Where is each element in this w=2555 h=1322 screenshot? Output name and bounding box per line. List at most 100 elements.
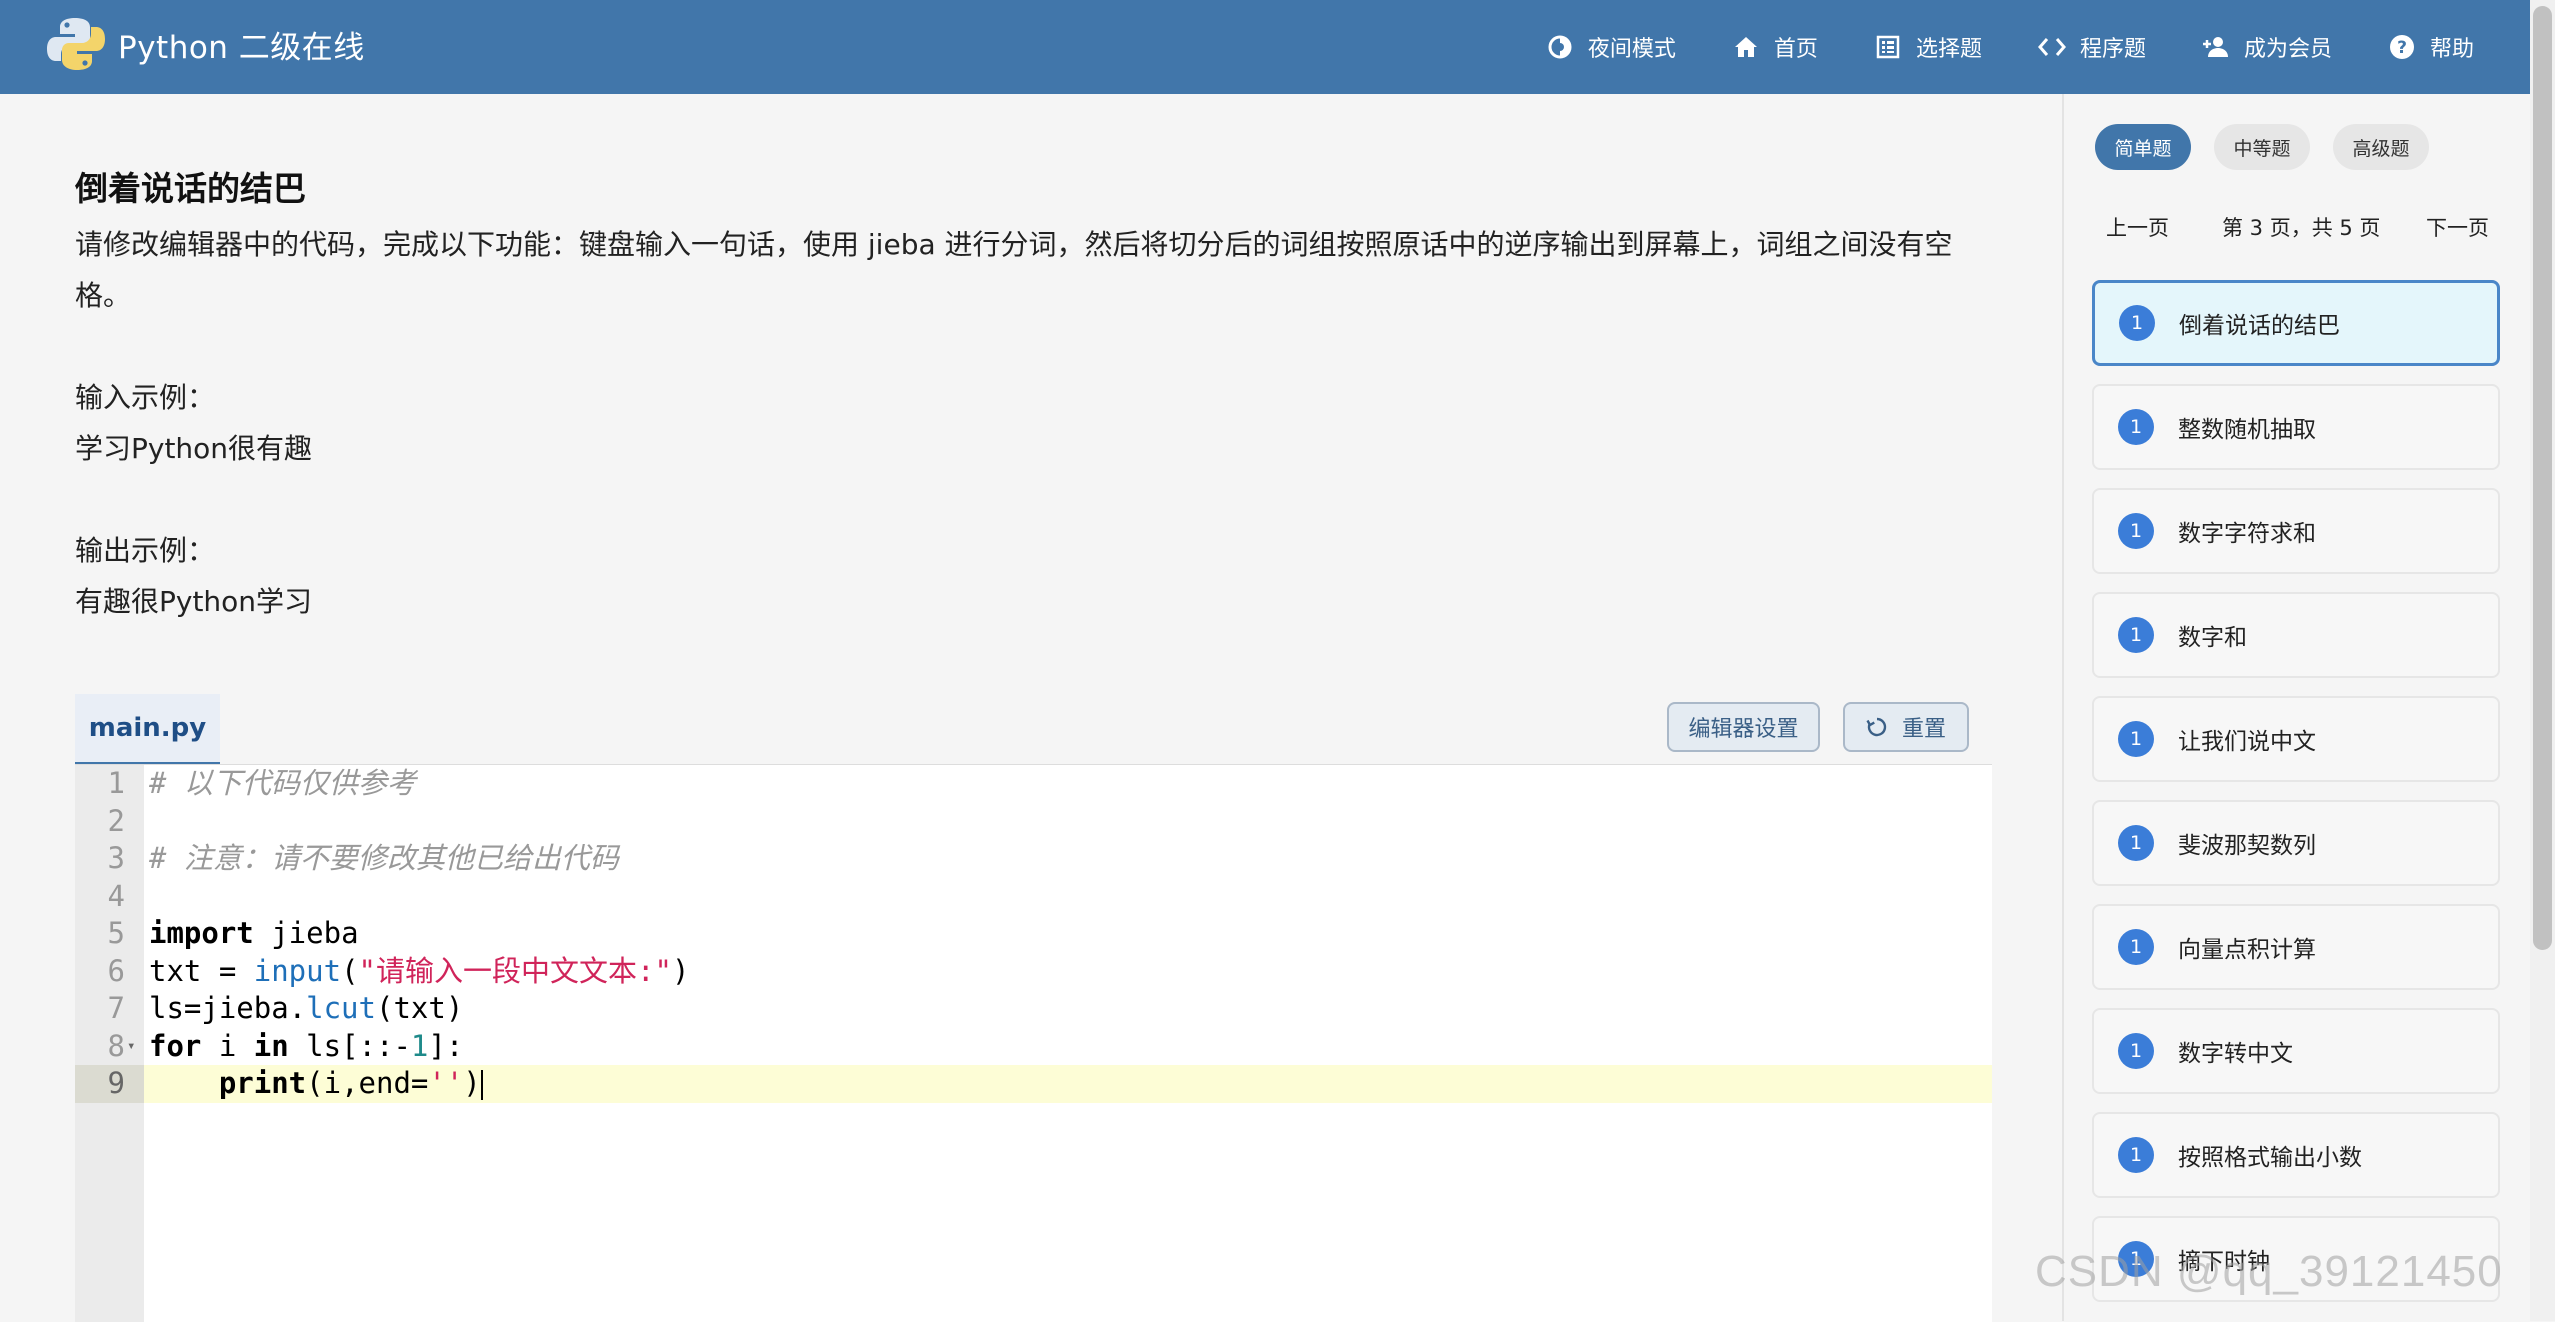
code-token: '' bbox=[428, 1066, 464, 1100]
code-text: # 注意：请不要修改其他已给出代码 bbox=[149, 840, 619, 878]
code-text: for i in ls[::-1]: bbox=[149, 1028, 463, 1066]
question-item[interactable]: 1 数字转中文 bbox=[2092, 1008, 2500, 1094]
code-token: ls=jieba. bbox=[149, 991, 307, 1025]
question-number-badge: 1 bbox=[2118, 409, 2154, 445]
nav-home-label: 首页 bbox=[1773, 37, 1818, 62]
brand[interactable]: Python 二级在线 bbox=[46, 14, 365, 74]
line-number: 5 bbox=[107, 916, 125, 950]
level-tab-easy[interactable]: 简单题 bbox=[2095, 124, 2191, 170]
question-number-badge: 1 bbox=[2118, 617, 2154, 653]
nav-programming-label: 程序题 bbox=[2079, 37, 2146, 62]
code-token: (i,end= bbox=[306, 1066, 429, 1100]
output-example-value: 有趣很Python学习 bbox=[75, 585, 313, 618]
code-line[interactable]: 5 import jieba bbox=[75, 915, 1992, 953]
add-user-icon bbox=[2202, 33, 2230, 61]
line-number: 3 bbox=[107, 841, 125, 875]
nav-home[interactable]: 首页 bbox=[1732, 31, 1818, 63]
reset-button[interactable]: 重置 bbox=[1843, 702, 1969, 752]
question-item[interactable]: 1 整数随机抽取 bbox=[2092, 384, 2500, 470]
page-scrollbar[interactable] bbox=[2530, 0, 2555, 1321]
code-text: # 以下代码仅供参考 bbox=[149, 765, 416, 803]
nav-help[interactable]: ? 帮助 bbox=[2388, 31, 2474, 63]
code-token: # 注意：请不要修改其他已给出代码 bbox=[149, 841, 619, 875]
question-title: 倒着说话的结巴 bbox=[2179, 313, 2340, 339]
code-line[interactable]: 1 # 以下代码仅供参考 bbox=[75, 765, 1992, 803]
code-editor[interactable]: 1 # 以下代码仅供参考 2 3 # 注意：请不要修改其他已给出代码 4 5 import j… bbox=[75, 764, 1992, 1322]
page-info: 第 3 页，共 5 页 bbox=[2222, 216, 2381, 240]
question-item[interactable]: 1 斐波那契数列 bbox=[2092, 800, 2500, 886]
text-cursor bbox=[480, 1070, 483, 1100]
question-item[interactable]: 1 倒着说话的结巴 bbox=[2092, 280, 2500, 366]
nav-member-label: 成为会员 bbox=[2243, 37, 2332, 62]
scrollbar-thumb[interactable] bbox=[2533, 6, 2552, 950]
reset-icon bbox=[1866, 716, 1888, 738]
code-token: 1 bbox=[410, 1028, 429, 1063]
code-line[interactable]: 4 bbox=[75, 878, 1992, 916]
prev-page-link[interactable]: 上一页 bbox=[2106, 212, 2169, 242]
code-token: input bbox=[253, 953, 342, 988]
input-example-label: 输入示例： bbox=[75, 381, 216, 414]
question-number-badge: 1 bbox=[2118, 513, 2154, 549]
nav-programming[interactable]: 程序题 bbox=[2037, 31, 2146, 63]
fold-arrow-icon[interactable]: ▾ bbox=[127, 1028, 135, 1066]
code-token: ls[::- bbox=[288, 1028, 411, 1063]
code-line[interactable]: 3 # 注意：请不要修改其他已给出代码 bbox=[75, 840, 1992, 878]
level-tab-hard[interactable]: 高级题 bbox=[2333, 124, 2429, 170]
question-title: 向量点积计算 bbox=[2178, 937, 2316, 963]
app-title: Python 二级在线 bbox=[118, 29, 365, 66]
nav-night-mode[interactable]: 夜间模式 bbox=[1546, 31, 1676, 63]
main-content: 倒着说话的结巴 请修改编辑器中的代码，完成以下功能：键盘输入一句话，使用 jie… bbox=[0, 94, 2062, 1322]
question-number-badge: 1 bbox=[2118, 825, 2154, 861]
question-title: 数字转中文 bbox=[2178, 1041, 2293, 1067]
question-number-badge: 1 bbox=[2118, 1137, 2154, 1173]
code-token: txt = bbox=[149, 953, 254, 988]
editor-settings-button[interactable]: 编辑器设置 bbox=[1667, 702, 1820, 752]
input-example-value: 学习Python很有趣 bbox=[75, 432, 313, 465]
code-token: ) bbox=[463, 1066, 481, 1100]
code-token: ( bbox=[341, 953, 359, 988]
problem-title: 倒着说话的结巴 bbox=[75, 169, 306, 208]
night-mode-icon bbox=[1546, 33, 1574, 61]
question-sidebar: 简单题 中等题 高级题 上一页 第 3 页，共 5 页 下一页 1 倒着说话的结巴… bbox=[2062, 94, 2532, 1321]
code-token: for bbox=[149, 1028, 202, 1063]
line-number: 9 bbox=[75, 1065, 144, 1103]
level-tab-medium[interactable]: 中等题 bbox=[2214, 124, 2310, 170]
help-icon: ? bbox=[2388, 33, 2416, 61]
code-token: # 以下代码仅供参考 bbox=[149, 766, 416, 800]
nav-menu: 夜间模式 首页 选择题 程序题 成为会员 ? 帮助 bbox=[1490, 0, 2474, 94]
nav-member[interactable]: 成为会员 bbox=[2202, 31, 2332, 63]
code-line[interactable]: 8 ▾ for i in ls[::-1]: bbox=[75, 1028, 1992, 1066]
question-item[interactable]: 1 让我们说中文 bbox=[2092, 696, 2500, 782]
question-item[interactable]: 1 数字字符求和 bbox=[2092, 488, 2500, 574]
python-logo-icon bbox=[46, 14, 106, 74]
code-text: import jieba bbox=[149, 915, 359, 953]
editor-file-tab[interactable]: main.py bbox=[75, 694, 220, 766]
code-line[interactable]: 2 bbox=[75, 803, 1992, 841]
question-title: 斐波那契数列 bbox=[2178, 833, 2316, 859]
question-title: 让我们说中文 bbox=[2178, 729, 2316, 755]
question-title: 数字和 bbox=[2178, 625, 2247, 651]
watermark: CSDN @qq_39121450 bbox=[2035, 1247, 2503, 1296]
question-item[interactable]: 1 向量点积计算 bbox=[2092, 904, 2500, 990]
question-item[interactable]: 1 数字和 bbox=[2092, 592, 2500, 678]
top-navbar: Python 二级在线 夜间模式 首页 选择题 程序题 成为会员 ? 帮助 bbox=[0, 0, 2530, 94]
code-token: print bbox=[218, 1066, 307, 1100]
next-page-link[interactable]: 下一页 bbox=[2426, 212, 2489, 242]
line-number: 4 bbox=[107, 878, 125, 913]
code-token: in bbox=[253, 1028, 289, 1063]
code-token: ]: bbox=[428, 1028, 464, 1063]
line-number: 1 bbox=[107, 766, 125, 800]
code-token: ) bbox=[671, 953, 690, 988]
code-token: i bbox=[201, 1028, 254, 1063]
code-line[interactable]: 7 ls=jieba.lcut(txt) bbox=[75, 990, 1992, 1028]
code-token: (txt) bbox=[375, 991, 464, 1025]
code-token: jieba bbox=[253, 916, 359, 950]
code-line[interactable]: 9 print(i,end='') bbox=[75, 1065, 1992, 1103]
question-number-badge: 1 bbox=[2118, 721, 2154, 757]
question-item[interactable]: 1 按照格式输出小数 bbox=[2092, 1112, 2500, 1198]
code-line[interactable]: 6 txt = input("请输入一段中文文本:") bbox=[75, 953, 1992, 991]
nav-choice[interactable]: 选择题 bbox=[1874, 31, 1982, 63]
question-number-badge: 1 bbox=[2119, 305, 2155, 341]
code-icon bbox=[2037, 33, 2066, 61]
